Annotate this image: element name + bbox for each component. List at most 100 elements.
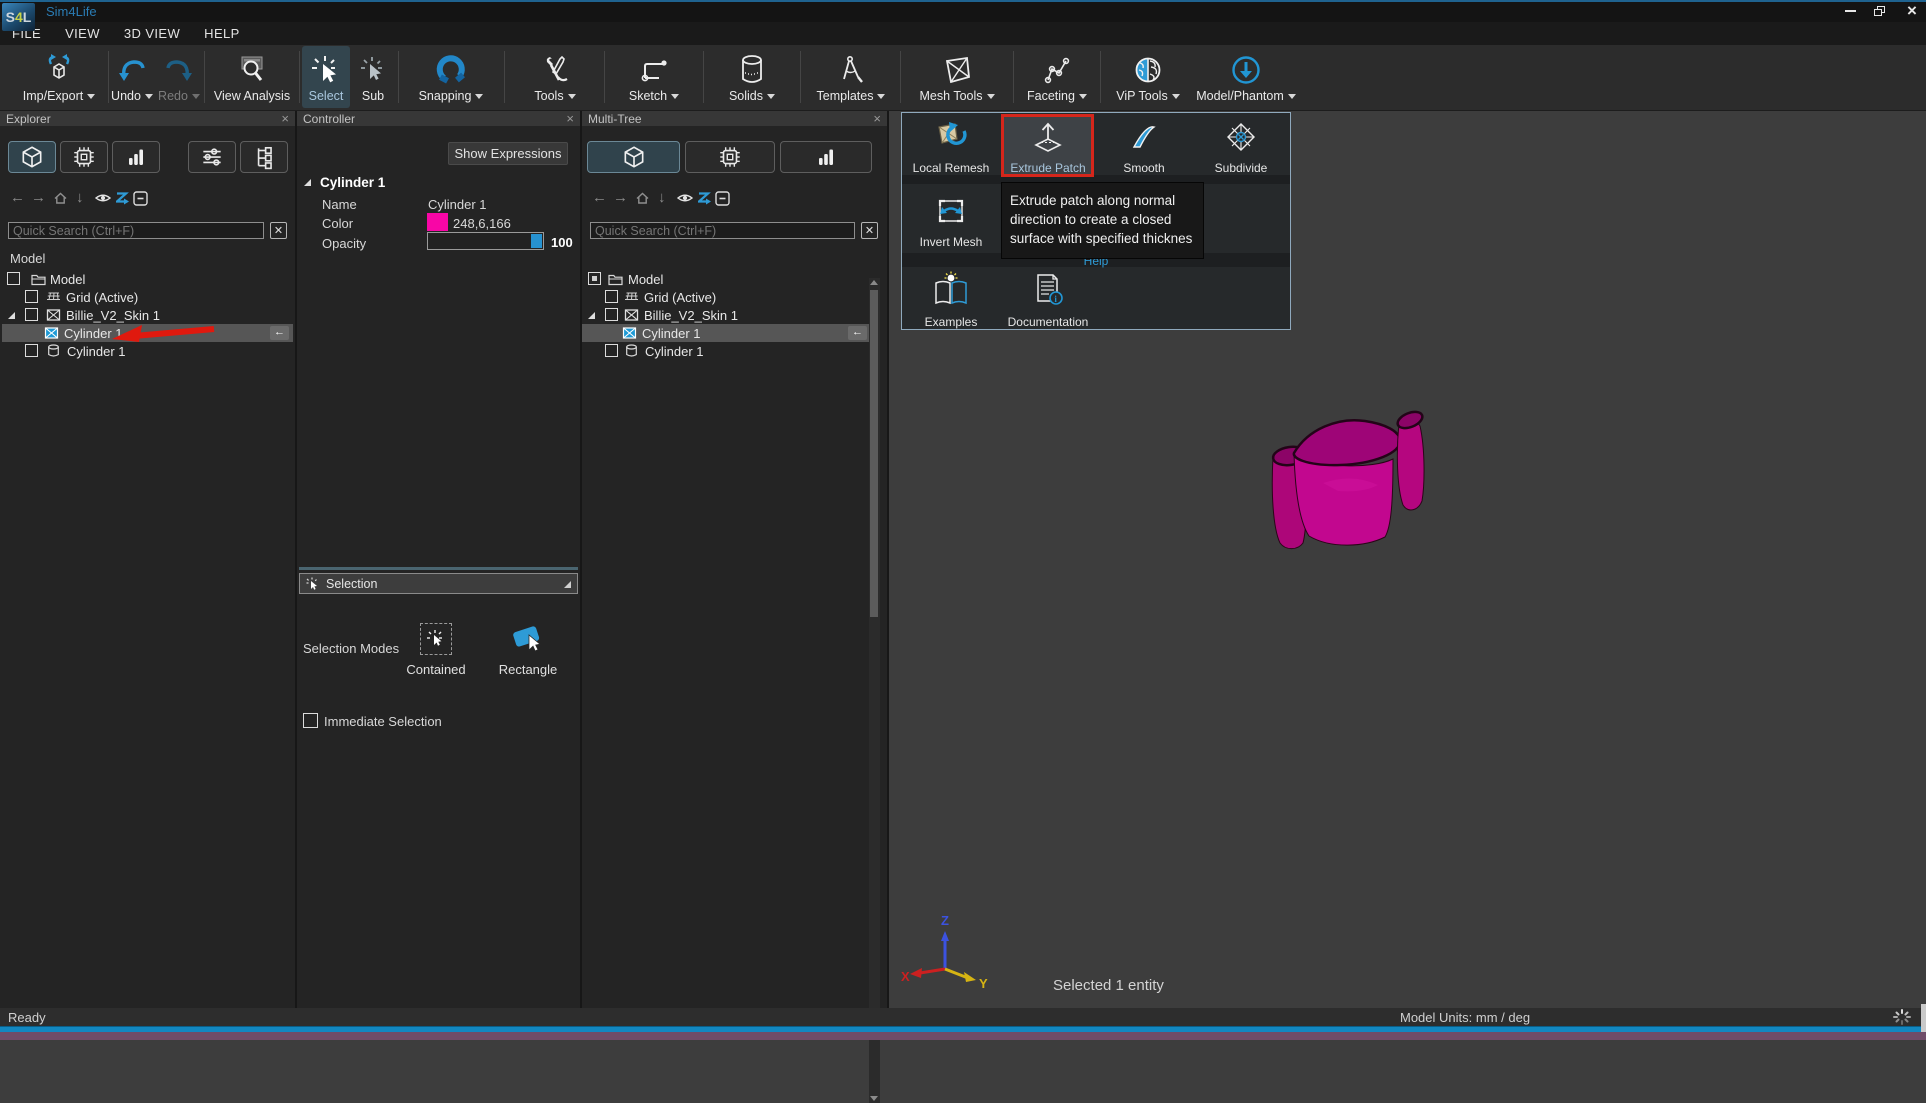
close-icon[interactable]: ×: [566, 114, 574, 124]
vip-tools-button[interactable]: ViP Tools: [1102, 46, 1194, 108]
section-splitter[interactable]: [299, 567, 578, 570]
minimize-button[interactable]: [1836, 2, 1864, 20]
selection-section-header[interactable]: Selection: [299, 573, 578, 594]
mesh-tools-button[interactable]: Mesh Tools: [903, 46, 1011, 108]
templates-button[interactable]: Templates: [803, 46, 899, 108]
scroll-up-icon[interactable]: [870, 280, 878, 285]
extrude-patch-item[interactable]: Extrude Patch: [1001, 119, 1095, 175]
tab-filters[interactable]: [188, 141, 236, 173]
down-arrow-icon[interactable]: ↓: [658, 189, 666, 206]
visibility-eye-icon[interactable]: [677, 192, 693, 204]
opacity-slider[interactable]: [427, 232, 544, 250]
sketch-button[interactable]: Sketch: [608, 46, 700, 108]
mesh-icon-blue: [622, 326, 637, 340]
tree-row-cylinder2[interactable]: Cylinder 1: [582, 342, 869, 360]
close-icon[interactable]: ×: [281, 114, 289, 124]
down-arrow-icon[interactable]: ↓: [76, 189, 84, 206]
color-value[interactable]: 248,6,166: [453, 216, 511, 231]
multi-tree-search-input[interactable]: [590, 222, 855, 239]
model-phantom-button[interactable]: Model/Phantom: [1196, 46, 1296, 108]
imp-export-button[interactable]: Imp/Export: [12, 46, 106, 108]
chevron-down-icon: [987, 94, 995, 99]
immediate-selection-checkbox[interactable]: [303, 713, 318, 728]
tab-analysis[interactable]: [112, 141, 160, 173]
local-remesh-item[interactable]: Local Remesh: [904, 119, 998, 175]
home-icon[interactable]: [53, 191, 68, 205]
tools-label: Tools: [534, 89, 563, 103]
opacity-slider-handle[interactable]: [531, 234, 542, 248]
back-arrow-icon[interactable]: ←: [10, 189, 25, 206]
expander-icon[interactable]: [8, 312, 15, 319]
snapping-button[interactable]: Snapping: [402, 46, 500, 108]
scrollbar-thumb[interactable]: [870, 290, 878, 617]
zoom-to-icon[interactable]: [698, 191, 713, 205]
checkbox[interactable]: [605, 308, 618, 321]
chevron-down-icon: [87, 94, 95, 99]
collapse-all-icon[interactable]: [133, 191, 148, 206]
expander-icon[interactable]: [588, 312, 595, 319]
entity-expander-icon[interactable]: [304, 179, 311, 186]
tree-row-skin[interactable]: Billie_V2_Skin 1: [582, 306, 869, 324]
solids-button[interactable]: Solids: [707, 46, 797, 108]
documentation-item[interactable]: i Documentation: [1001, 271, 1095, 329]
invert-mesh-item[interactable]: Invert Mesh: [904, 193, 998, 249]
explorer-search-input[interactable]: [8, 222, 264, 239]
close-button[interactable]: ×: [1898, 2, 1926, 20]
close-icon[interactable]: ×: [873, 114, 881, 124]
show-expressions-button[interactable]: Show Expressions: [448, 142, 568, 165]
view-analysis-button[interactable]: View Analysis: [208, 46, 296, 108]
tooltip-line: surface with specified thicknes: [1010, 229, 1195, 248]
multi-tree-search-clear-button[interactable]: ✕: [861, 222, 878, 239]
scroll-down-icon[interactable]: [870, 1096, 878, 1101]
tree-row-model[interactable]: Model: [582, 270, 869, 288]
pin-back-arrow-icon[interactable]: ←: [848, 326, 867, 340]
faceting-button[interactable]: Faceting: [1016, 46, 1098, 108]
sub-select-button[interactable]: Sub: [352, 46, 394, 108]
visibility-eye-icon[interactable]: [95, 192, 111, 204]
examples-item[interactable]: Examples: [904, 271, 998, 329]
restore-button[interactable]: [1866, 2, 1894, 20]
forward-arrow-icon[interactable]: →: [31, 189, 46, 206]
menu-help[interactable]: HELP: [192, 26, 252, 41]
checkbox-partial[interactable]: [588, 272, 601, 285]
checkbox[interactable]: [25, 290, 38, 303]
redo-button[interactable]: Redo: [156, 46, 202, 108]
color-swatch[interactable]: [427, 213, 448, 231]
checkbox[interactable]: [605, 290, 618, 303]
home-icon[interactable]: [635, 191, 650, 205]
smooth-item[interactable]: Smooth: [1097, 119, 1191, 175]
back-arrow-icon[interactable]: ←: [592, 189, 607, 206]
tree-row-grid[interactable]: Grid (Active): [582, 288, 869, 306]
tree-row-cylinder-selected[interactable]: Cylinder 1 ←: [582, 324, 869, 342]
checkbox[interactable]: [25, 308, 38, 321]
scrollbar[interactable]: [869, 278, 880, 1103]
pin-back-arrow-icon[interactable]: ←: [270, 326, 289, 340]
tab-analysis[interactable]: [780, 141, 872, 173]
cylinder-mesh-shape[interactable]: [1253, 393, 1473, 573]
tab-model-cube[interactable]: [8, 141, 56, 173]
collapse-all-icon[interactable]: [715, 191, 730, 206]
menu-view[interactable]: VIEW: [53, 26, 112, 41]
checkbox[interactable]: [25, 344, 38, 357]
tree-row-model[interactable]: Model: [0, 270, 295, 288]
tools-button[interactable]: Tools: [508, 46, 602, 108]
name-value[interactable]: Cylinder 1: [428, 197, 487, 212]
tree-row-grid[interactable]: Grid (Active): [0, 288, 295, 306]
checkbox[interactable]: [7, 272, 20, 285]
tab-hierarchy[interactable]: [240, 141, 288, 173]
rectangle-mode-button[interactable]: [509, 621, 545, 655]
subdivide-item[interactable]: Subdivide: [1194, 119, 1288, 175]
contained-mode-button[interactable]: [420, 623, 452, 655]
undo-button[interactable]: Undo: [110, 46, 154, 108]
explorer-search-clear-button[interactable]: ✕: [270, 222, 287, 239]
zoom-to-icon[interactable]: [116, 191, 131, 205]
checkbox[interactable]: [605, 344, 618, 357]
invert-mesh-label: Invert Mesh: [920, 235, 983, 249]
select-button[interactable]: Select: [302, 46, 350, 108]
forward-arrow-icon[interactable]: →: [613, 189, 628, 206]
menu-3d-view[interactable]: 3D VIEW: [112, 26, 192, 41]
tab-simulations[interactable]: [60, 141, 108, 173]
tab-model-cube[interactable]: [587, 141, 680, 173]
mesh-tools-icon: [939, 51, 975, 89]
tab-simulations[interactable]: [685, 141, 775, 173]
